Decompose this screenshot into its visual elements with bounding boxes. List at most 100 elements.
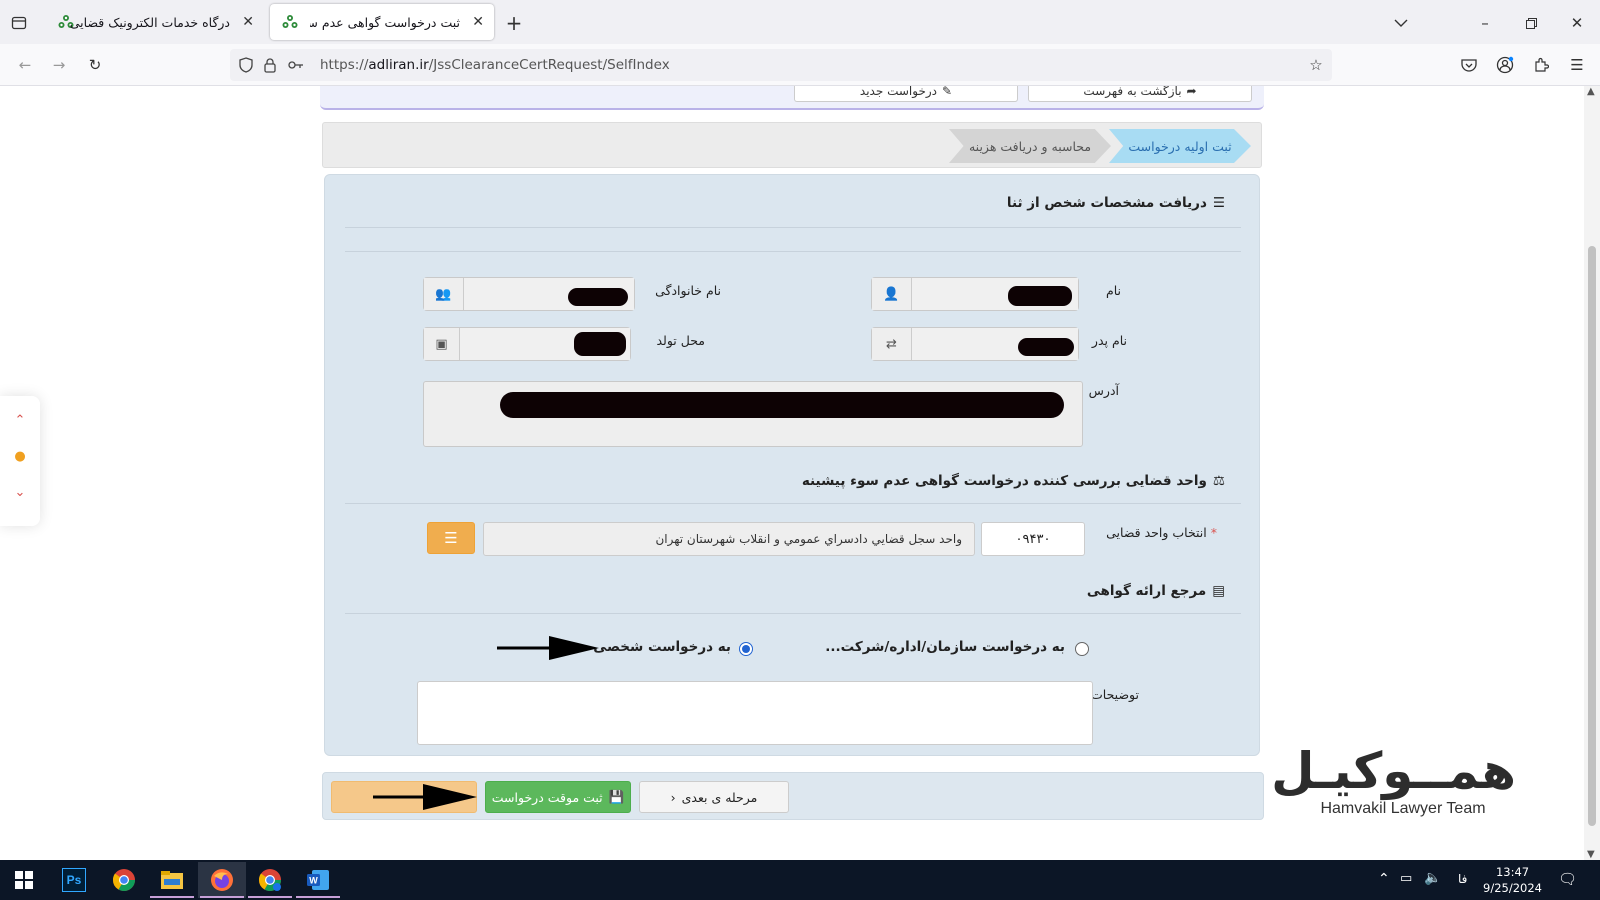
windows-taskbar: Ps W ⌃ ▭ 🔈 فا 13:47 9/25/2024 🗨	[0, 860, 1600, 900]
wizard-steps: محاسبه و دریافت هزینه ثبت اولیه درخواست	[322, 122, 1262, 168]
bookmark-star-icon[interactable]: ☆	[1306, 55, 1326, 75]
tab-e-services[interactable]: درگاه خدمات الکترونیک قضایی ✕	[46, 4, 264, 40]
unit-code-field[interactable]: ۰۹۴۳۰	[981, 522, 1085, 556]
step-initial-registration[interactable]: ثبت اولیه درخواست	[1109, 129, 1251, 163]
org-request-radio[interactable]	[1075, 642, 1089, 656]
scale-icon: ⚖	[1212, 473, 1225, 489]
network-icon[interactable]: ▭	[1400, 871, 1412, 886]
reload-icon[interactable]: ↻	[84, 54, 106, 76]
close-window-icon[interactable]: ✕	[1566, 12, 1588, 34]
father-name-label: نام پدر	[1091, 333, 1127, 348]
scroll-down-icon[interactable]: ⌄	[10, 482, 30, 502]
tab-clearance-request[interactable]: ثبت درخواست گواهی عدم سوء پ ✕	[270, 4, 494, 40]
volume-icon[interactable]: 🔈	[1424, 870, 1441, 886]
request-form-panel: ☰ دریافت مشخصات شخص از ثنا نام 👤 نام خانو…	[324, 174, 1260, 756]
next-step-button[interactable]: مرحله ی بعدی ‹	[639, 781, 789, 813]
address-label: آدرس	[1088, 383, 1119, 398]
new-tab-icon[interactable]: +	[503, 11, 525, 35]
certificate-reference-title: ▤ مرجع ارائه گواهی	[1086, 583, 1225, 599]
last-name-label: نام خانوادگی	[655, 283, 721, 298]
svg-text:W: W	[309, 876, 318, 886]
word-icon[interactable]: W	[294, 862, 342, 898]
unit-name-field: واحد سجل قضايي دادسراي عمومي و انقلاب شه…	[483, 522, 975, 556]
key-icon[interactable]	[286, 55, 306, 75]
page-scrollbar[interactable]: ▲ ▼	[1584, 86, 1600, 860]
scrollbar-thumb[interactable]	[1588, 246, 1596, 826]
select-unit-button[interactable]: ☰	[427, 522, 475, 554]
map-icon: ▣	[424, 328, 460, 360]
required-mark: *	[1210, 525, 1217, 540]
new-request-button[interactable]: ✎ درخواست جدید	[794, 86, 1018, 102]
swap-icon: ⇄	[872, 328, 912, 360]
document-icon: ▤	[1212, 583, 1225, 599]
step-payment[interactable]: محاسبه و دریافت هزینه	[949, 129, 1111, 163]
notifications-icon[interactable]: 🗨	[1558, 870, 1577, 888]
restore-icon[interactable]	[1520, 12, 1542, 34]
birth-place-field[interactable]: ▣	[423, 327, 631, 361]
chrome-icon[interactable]	[100, 862, 148, 898]
close-tab-icon[interactable]: ✕	[472, 14, 484, 30]
chevron-left-icon: ‹	[670, 789, 676, 805]
address-field[interactable]	[423, 381, 1083, 447]
web-page: ✎ درخواست جدید ➦ بازگشت به فهرست محاسبه و …	[0, 86, 1584, 860]
notes-textarea[interactable]	[417, 681, 1093, 745]
lock-icon[interactable]	[260, 55, 280, 75]
tray-chevron-icon[interactable]: ⌃	[1378, 871, 1390, 887]
browser-nav-bar: ← → ↻ https://adliran.ir/JssClearanceCer…	[0, 44, 1600, 86]
tab-list-icon[interactable]	[8, 12, 30, 34]
language-indicator[interactable]: فا	[1458, 872, 1467, 886]
forward-icon[interactable]: →	[48, 54, 70, 76]
scroll-up-icon[interactable]: ⌃	[10, 410, 30, 430]
last-name-field[interactable]: 👥	[423, 277, 635, 311]
bottom-action-bar: مرحله ی بعدی ‹ 💾 ثبت موقت درخواست	[322, 772, 1264, 820]
redacted-value	[1008, 286, 1072, 306]
first-name-field[interactable]: 👤	[871, 277, 1079, 311]
back-icon[interactable]: ←	[14, 54, 36, 76]
pocket-icon[interactable]	[1458, 54, 1480, 76]
person-section-title: ☰ دریافت مشخصات شخص از ثنا	[1006, 195, 1225, 211]
back-to-list-button[interactable]: ➦ بازگشت به فهرست	[1028, 86, 1252, 102]
users-icon: 👥	[424, 278, 464, 310]
running-indicator	[296, 896, 340, 898]
running-indicator	[150, 896, 194, 898]
arrow-annotation	[373, 784, 477, 810]
personal-request-radio[interactable]	[739, 642, 753, 656]
start-button[interactable]	[0, 862, 48, 898]
close-tab-icon[interactable]: ✕	[242, 14, 254, 30]
redacted-value	[574, 332, 626, 356]
judiciary-logo-icon	[282, 15, 298, 28]
running-indicator	[248, 896, 292, 898]
hamvakil-watermark: همــوکیـل Hamvakil Lawyer Team	[1271, 742, 1516, 826]
select-unit-label: * انتخاب واحد قضایی	[1106, 525, 1217, 540]
father-name-field[interactable]: ⇄	[871, 327, 1079, 361]
chrome-profile-icon[interactable]	[246, 862, 294, 898]
share-arrow-icon: ➦	[1186, 86, 1197, 98]
tab-title: ثبت درخواست گواهی عدم سوء پ	[310, 14, 460, 30]
judicial-unit-section-title: ⚖ واحد قضایی بررسی کننده درخواست گواهی عد…	[801, 473, 1225, 489]
url-text: https://adliran.ir/JssClearanceCertReque…	[320, 57, 670, 73]
list-all-tabs-icon[interactable]	[1390, 12, 1412, 34]
address-bar[interactable]: https://adliran.ir/JssClearanceCertReque…	[230, 49, 1332, 81]
clock-time: 13:47	[1495, 865, 1530, 879]
scroll-down-arrow-icon[interactable]: ▼	[1587, 849, 1595, 860]
org-request-label: به درخواست سازمان/اداره/شرکت...	[825, 639, 1065, 655]
redacted-value	[1018, 338, 1074, 356]
divider	[345, 503, 1241, 504]
temp-save-button[interactable]: 💾 ثبت موقت درخواست	[485, 781, 631, 813]
firefox-icon[interactable]	[198, 862, 246, 898]
file-explorer-icon[interactable]	[148, 862, 196, 898]
minimize-icon[interactable]: –	[1474, 12, 1496, 34]
shield-icon[interactable]	[236, 55, 256, 75]
extensions-icon[interactable]	[1530, 54, 1552, 76]
account-icon[interactable]	[1494, 54, 1516, 76]
flame-icon[interactable]: ●	[10, 446, 30, 466]
divider	[345, 613, 1241, 614]
notes-label: توضیحات	[1091, 687, 1139, 702]
photoshop-icon[interactable]: Ps	[50, 862, 98, 898]
first-name-label: نام	[1105, 283, 1121, 298]
menu-icon[interactable]: ☰	[1566, 54, 1588, 76]
divider	[345, 251, 1241, 252]
scroll-up-arrow-icon[interactable]: ▲	[1587, 86, 1595, 97]
clock[interactable]: 13:47 9/25/2024	[1483, 864, 1542, 896]
clock-date: 9/25/2024	[1483, 881, 1542, 895]
